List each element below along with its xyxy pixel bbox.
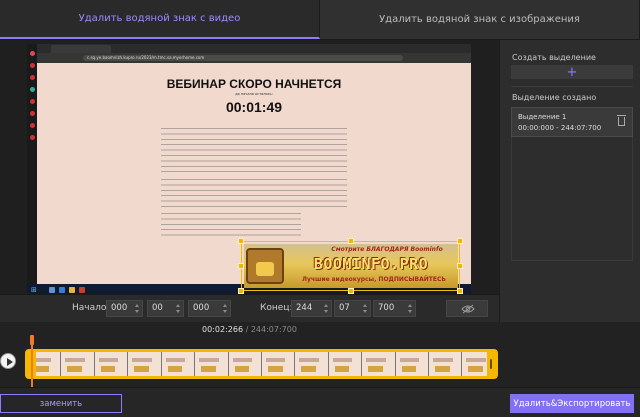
address-field: c.sq.ye.baomnizh.kupro.ru/2023/m.tmc.sa.… xyxy=(83,55,403,61)
trim-handle-right[interactable] xyxy=(487,352,495,376)
timeline-strip[interactable] xyxy=(25,349,498,379)
webinar-title: ВЕБИНАР СКОРО НАЧНЕТСЯ xyxy=(166,77,342,91)
sidebar-icon xyxy=(29,51,35,56)
timeline-thumbnail xyxy=(395,352,430,376)
time-readout: 00:02:266 / 244:07:700 xyxy=(0,325,499,334)
plus-icon: + xyxy=(566,64,578,80)
stepper-arrows-icon[interactable] xyxy=(223,302,228,315)
webinar-countdown-label: до начала осталось: xyxy=(235,92,273,96)
stepper-arrows-icon[interactable] xyxy=(324,302,329,315)
bottom-bar: заменить Удалить&Экспортировать xyxy=(0,387,640,417)
time-separator: / xyxy=(243,325,251,334)
timeline-thumbnail xyxy=(61,352,95,376)
stepper-arrows-icon[interactable] xyxy=(408,302,413,315)
sidebar-icon xyxy=(29,63,35,68)
taskbar-app-icon xyxy=(69,287,75,293)
timeline-thumbnail xyxy=(94,352,129,376)
divider xyxy=(511,86,633,87)
current-time: 00:02:266 xyxy=(202,325,244,334)
selection-item-range: 00:00:000 - 244:07:700 xyxy=(518,124,602,132)
browser-tab-bar xyxy=(37,44,471,53)
selection-item[interactable]: Выделение 1 00:00:000 - 244:07:700 xyxy=(511,107,633,137)
stepper-arrows-icon[interactable] xyxy=(135,302,140,315)
total-time: 244:07:700 xyxy=(250,325,297,334)
end-ms-value: 700 xyxy=(378,303,395,313)
playhead-handle[interactable] xyxy=(30,335,34,345)
replace-button[interactable]: заменить xyxy=(0,394,122,413)
selection-panel: Создать выделение + Выделение создано Вы… xyxy=(499,40,640,322)
browser-address-bar: c.sq.ye.baomnizh.kupro.ru/2023/m.tmc.sa.… xyxy=(37,53,471,63)
webinar-countdown: 00:01:49 xyxy=(225,99,283,115)
start-ms-value: 000 xyxy=(193,303,210,313)
eye-off-icon xyxy=(461,304,475,314)
watermark-remover-window: Удалить водяной знак с видео Удалить вод… xyxy=(0,0,640,417)
start-ms-input[interactable]: 000 xyxy=(188,300,231,317)
end-minutes-value: 07 xyxy=(339,303,350,313)
windows-start-icon: ⊞ xyxy=(31,286,37,294)
taskbar-app-icon xyxy=(59,287,65,293)
remove-and-export-button[interactable]: Удалить&Экспортировать xyxy=(510,394,634,413)
timeline-thumbnail xyxy=(295,352,329,376)
timeline: 00:02:266 / 244:07:700 xyxy=(0,322,640,387)
end-hours-input[interactable]: 244 xyxy=(291,300,332,317)
sidebar-icon xyxy=(29,111,35,116)
start-hours-value: 000 xyxy=(111,303,128,313)
create-selection-label: Создать выделение xyxy=(512,53,596,62)
start-label: Начало: xyxy=(72,303,110,313)
start-minutes-input[interactable]: 00 xyxy=(147,300,184,317)
timeline-thumbnail xyxy=(328,352,363,376)
selection-box[interactable] xyxy=(238,238,463,294)
toggle-visibility-button[interactable] xyxy=(446,300,488,317)
end-hours-value: 244 xyxy=(296,303,313,313)
sidebar-icon xyxy=(29,123,35,128)
browser-sidebar xyxy=(27,44,37,284)
video-preview: c.sq.ye.baomnizh.kupro.ru/2023/m.tmc.sa.… xyxy=(0,40,499,296)
webinar-paragraph xyxy=(161,128,347,174)
selection-item-name: Выделение 1 xyxy=(518,113,567,121)
sidebar-icon xyxy=(29,99,35,104)
timeline-thumbnail xyxy=(261,352,296,376)
timeline-thumbnail xyxy=(128,352,162,376)
sidebar-icon xyxy=(29,87,35,92)
add-selection-button[interactable]: + xyxy=(511,65,633,79)
timeline-thumbnail xyxy=(195,352,229,376)
browser-tab xyxy=(51,45,111,53)
taskbar-app-icon xyxy=(79,287,85,293)
timeline-thumbnail xyxy=(362,352,396,376)
webinar-paragraph xyxy=(161,213,301,236)
resize-handle-top-left[interactable] xyxy=(238,238,244,244)
play-button[interactable] xyxy=(0,353,16,369)
time-range-bar: Начало: 000 00 000 Конец: 244 07 700 xyxy=(0,294,499,322)
end-label: Конец: xyxy=(260,303,293,313)
start-minutes-value: 00 xyxy=(152,303,163,313)
stepper-arrows-icon[interactable] xyxy=(363,302,368,315)
trash-icon[interactable] xyxy=(617,115,626,126)
timeline-thumbnail xyxy=(429,352,463,376)
resize-handle-top-right[interactable] xyxy=(457,238,463,244)
tab-remove-from-video[interactable]: Удалить водяной знак с видео xyxy=(0,0,320,39)
end-minutes-input[interactable]: 07 xyxy=(334,300,371,317)
start-hours-input[interactable]: 000 xyxy=(106,300,143,317)
end-ms-input[interactable]: 700 xyxy=(373,300,416,317)
resize-handle-right[interactable] xyxy=(457,263,463,269)
timeline-thumbnail xyxy=(161,352,196,376)
resize-handle-left[interactable] xyxy=(238,263,244,269)
stepper-arrows-icon[interactable] xyxy=(176,302,181,315)
tab-remove-from-image[interactable]: Удалить водяной знак с изображения xyxy=(320,0,640,39)
sidebar-icon xyxy=(29,135,35,140)
tab-bar: Удалить водяной знак с видео Удалить вод… xyxy=(0,0,640,40)
sidebar-icon xyxy=(29,75,35,80)
timeline-thumbnail xyxy=(228,352,262,376)
webinar-paragraph xyxy=(161,179,347,207)
resize-handle-top[interactable] xyxy=(348,238,354,244)
created-selection-label: Выделение создано xyxy=(512,93,597,102)
taskbar-app-icon xyxy=(49,287,55,293)
